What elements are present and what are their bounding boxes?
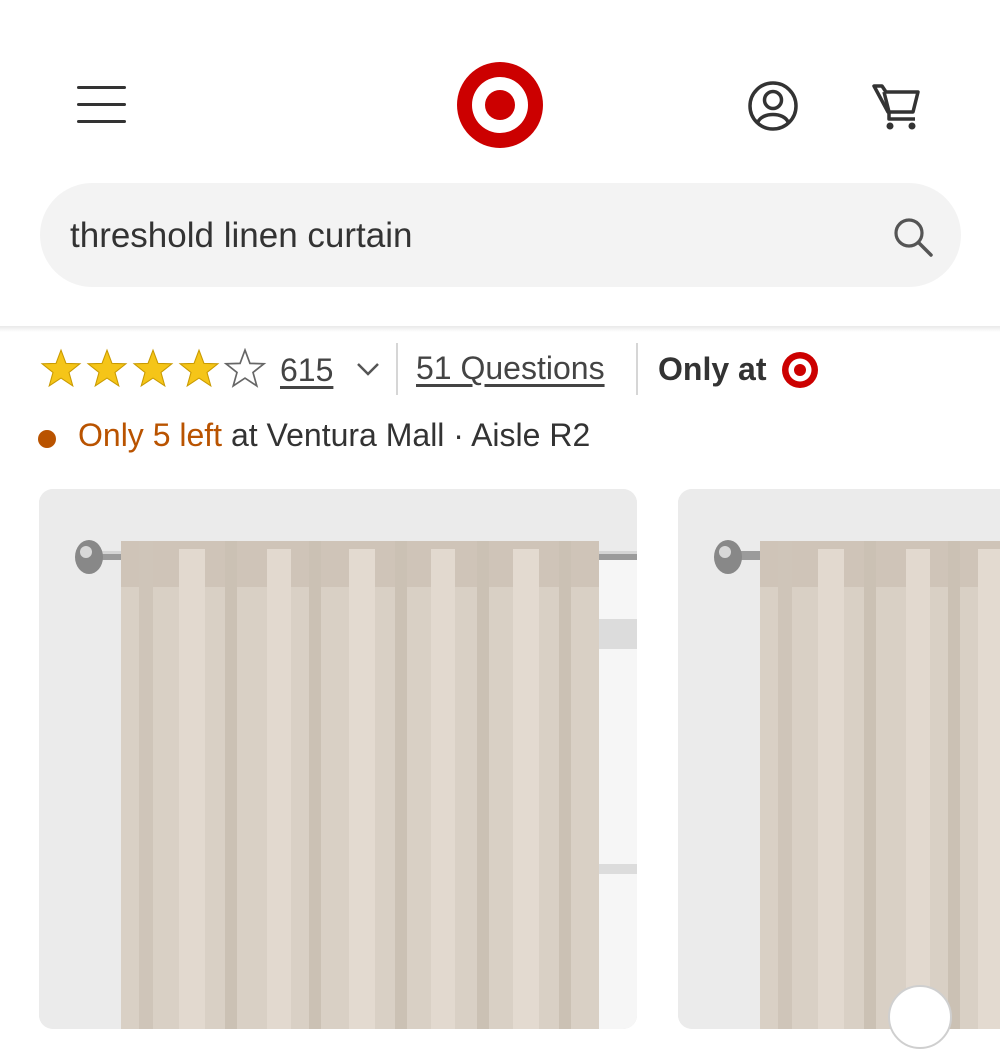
- header-divider: [0, 326, 1000, 332]
- stock-status: Only 5 left at Ventura Mall · Aisle R2: [38, 416, 1000, 456]
- exclusive-label: Only at: [658, 351, 767, 387]
- search-icon[interactable]: [892, 216, 934, 258]
- carousel-button[interactable]: [888, 985, 952, 1049]
- site-header: [0, 0, 1000, 328]
- product-image[interactable]: [678, 489, 1000, 1029]
- curtain-image: [678, 489, 1000, 1029]
- account-user-icon[interactable]: [745, 78, 801, 134]
- star-filled-icon: [132, 348, 174, 388]
- questions-link[interactable]: 51 Questions: [416, 350, 605, 387]
- star-filled-icon: [40, 348, 82, 388]
- shopping-cart-icon[interactable]: [868, 78, 928, 134]
- stock-text: Only 5 left at Ventura Mall · Aisle R2: [78, 417, 590, 454]
- search-bar[interactable]: [40, 183, 961, 287]
- target-logo-icon: [782, 352, 818, 388]
- target-logo-icon[interactable]: [457, 62, 543, 148]
- hamburger-menu-icon[interactable]: [72, 78, 132, 128]
- star-empty-icon: [223, 348, 267, 388]
- divider: [396, 343, 398, 395]
- star-filled-icon: [86, 348, 128, 388]
- curtain-image: [39, 489, 637, 1029]
- store-location: at Ventura Mall · Aisle R2: [222, 417, 591, 453]
- product-image[interactable]: [39, 489, 637, 1029]
- review-count-link[interactable]: 615: [280, 352, 333, 389]
- divider: [636, 343, 638, 395]
- chevron-down-icon[interactable]: [355, 359, 381, 379]
- rating-stars[interactable]: [38, 348, 268, 392]
- product-rating-row: 615 51 Questions Only at: [38, 340, 1000, 400]
- star-filled-icon: [178, 348, 220, 388]
- stock-warning: Only 5 left: [78, 417, 223, 453]
- stock-status-dot-icon: [38, 430, 56, 448]
- search-input[interactable]: [68, 205, 872, 267]
